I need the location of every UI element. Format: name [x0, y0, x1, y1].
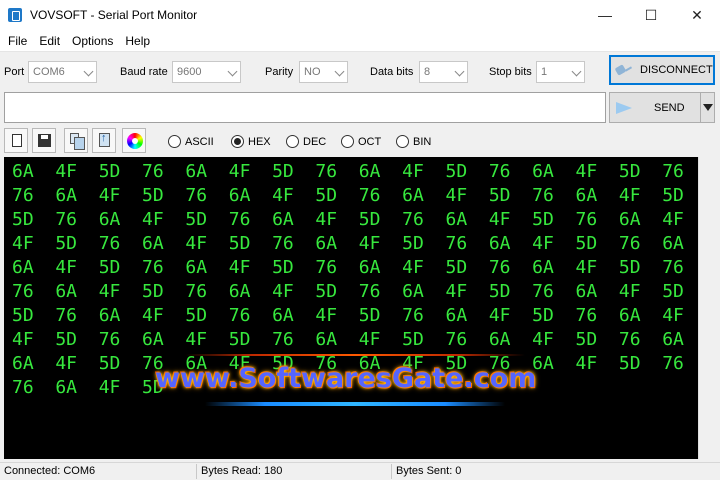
port-label: Port: [4, 66, 25, 78]
radio-oct-dot: [341, 135, 354, 148]
copy-button[interactable]: [64, 128, 88, 153]
chevron-down-icon: [571, 66, 582, 77]
output-line: 76 6A 4F 5D 76 6A 4F 5D 76 6A 4F 5D 76 6…: [12, 281, 684, 302]
export-button[interactable]: [92, 128, 116, 153]
send-input[interactable]: [4, 92, 606, 123]
output-line: 6A 4F 5D 76 6A 4F 5D 76 6A 4F 5D 76 6A 4…: [12, 161, 684, 182]
stop-bits-label: Stop bits: [489, 66, 532, 78]
output-line: 76 6A 4F 5D 76 6A 4F 5D 76 6A 4F 5D 76 6…: [12, 185, 684, 206]
output-line: 5D 76 6A 4F 5D 76 6A 4F 5D 76 6A 4F 5D 7…: [12, 305, 684, 326]
status-connected: Connected: COM6: [4, 465, 96, 477]
stop-bits-select[interactable]: 1: [536, 61, 585, 83]
data-bits-label: Data bits: [370, 66, 414, 78]
title-bar: VOVSOFT - Serial Port Monitor — ☐ ✕: [0, 0, 720, 30]
chevron-down-icon: [334, 66, 345, 77]
radio-hex-dot: [231, 135, 244, 148]
output-line: 4F 5D 76 6A 4F 5D 76 6A 4F 5D 76 6A 4F 5…: [12, 233, 684, 254]
status-divider: [391, 464, 392, 479]
output-line: 5D 76 6A 4F 5D 76 6A 4F 5D 76 6A 4F 5D 7…: [12, 209, 684, 230]
status-bytes-sent: Bytes Sent: 0: [396, 465, 462, 477]
watermark-decoration: [205, 402, 505, 406]
plug-icon: [616, 64, 632, 76]
maximize-button[interactable]: ☐: [628, 0, 674, 30]
port-select[interactable]: COM6: [28, 61, 97, 83]
minimize-button[interactable]: —: [582, 0, 628, 30]
baud-rate-label: Baud rate: [120, 66, 168, 78]
window-title: VOVSOFT - Serial Port Monitor: [30, 8, 198, 22]
disconnect-label: DISCONNECT: [640, 64, 713, 76]
chevron-down-icon: [83, 66, 94, 77]
port-value: COM6: [33, 66, 65, 78]
send-arrow-icon: [616, 101, 632, 114]
radio-oct-label: OCT: [358, 135, 382, 148]
radio-oct[interactable]: OCT: [341, 135, 381, 148]
app-icon: [8, 8, 22, 22]
parity-value: NO: [304, 66, 321, 78]
send-options-button[interactable]: [700, 92, 715, 123]
chevron-down-icon: [454, 66, 465, 77]
copy-icon: [70, 133, 85, 150]
save-button[interactable]: [32, 128, 56, 153]
radio-dec-label: DEC: [303, 135, 327, 148]
parity-label: Parity: [265, 66, 294, 78]
data-bits-select[interactable]: 8: [419, 61, 468, 83]
send-button[interactable]: SEND: [609, 92, 701, 123]
baud-rate-value: 9600: [177, 66, 202, 78]
new-document-button[interactable]: [4, 128, 28, 153]
status-bar: Connected: COM6 Bytes Read: 180 Bytes Se…: [0, 462, 720, 480]
export-icon: [99, 132, 110, 147]
baud-rate-select[interactable]: 9600: [172, 61, 241, 83]
watermark-decoration: [185, 354, 525, 356]
radio-bin[interactable]: BIN: [396, 135, 431, 148]
output-line: 6A 4F 5D 76 6A 4F 5D 76 6A 4F 5D 76 6A 4…: [12, 257, 684, 278]
disconnect-button[interactable]: DISCONNECT: [609, 55, 715, 85]
radio-hex-label: HEX: [248, 135, 271, 148]
color-wheel-icon: [127, 133, 143, 149]
radio-hex[interactable]: HEX: [231, 135, 271, 148]
output-area[interactable]: 6A 4F 5D 76 6A 4F 5D 76 6A 4F 5D 76 6A 4…: [4, 157, 698, 459]
status-bytes-read: Bytes Read: 180: [201, 465, 283, 477]
window-controls: — ☐ ✕: [582, 0, 720, 30]
radio-bin-label: BIN: [413, 135, 432, 148]
radio-ascii-label: ASCII: [185, 135, 214, 148]
output-scrollbar[interactable]: [698, 157, 716, 459]
save-icon: [38, 134, 51, 147]
parity-select[interactable]: NO: [299, 61, 348, 83]
radio-bin-dot: [396, 135, 409, 148]
menu-help[interactable]: Help: [119, 34, 156, 48]
chevron-down-icon: [227, 66, 238, 77]
dropdown-arrow-icon: [702, 104, 713, 111]
menu-options[interactable]: Options: [66, 34, 119, 48]
new-document-icon: [12, 134, 22, 147]
data-bits-value: 8: [424, 66, 431, 78]
output-line: 4F 5D 76 6A 4F 5D 76 6A 4F 5D 76 6A 4F 5…: [12, 329, 684, 350]
status-divider: [196, 464, 197, 479]
watermark: www.SoftwaresGate.com: [155, 363, 537, 394]
send-label: SEND: [654, 101, 685, 114]
radio-ascii-dot: [168, 135, 181, 148]
menu-file[interactable]: File: [2, 34, 33, 48]
stop-bits-value: 1: [541, 66, 548, 78]
close-button[interactable]: ✕: [674, 0, 720, 30]
color-button[interactable]: [122, 128, 146, 153]
radio-dec[interactable]: DEC: [286, 135, 326, 148]
radio-dec-dot: [286, 135, 299, 148]
menu-bar: File Edit Options Help: [0, 30, 720, 52]
output-line: 76 6A 4F 5D: [12, 377, 164, 398]
menu-edit[interactable]: Edit: [33, 34, 66, 48]
radio-ascii[interactable]: ASCII: [168, 135, 214, 148]
